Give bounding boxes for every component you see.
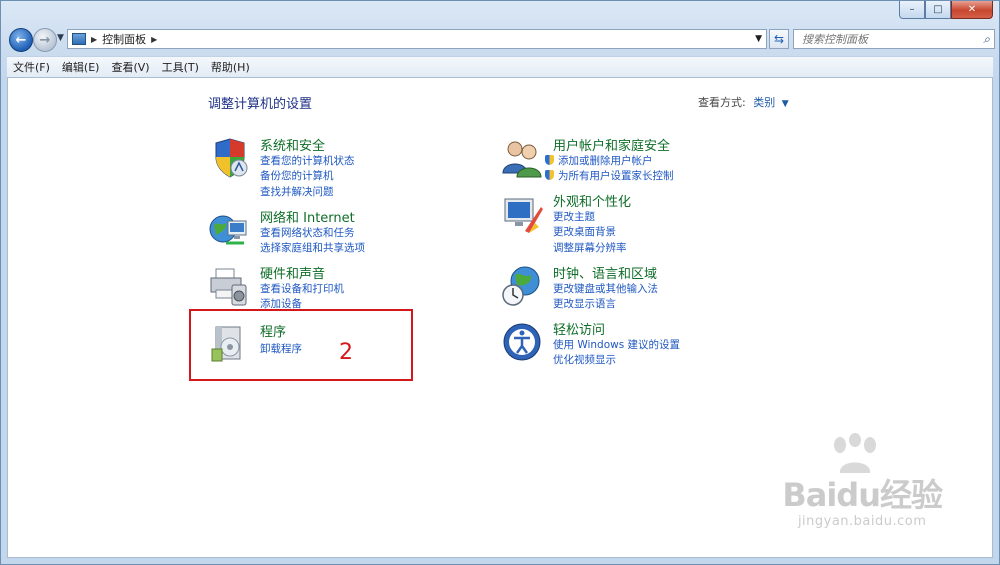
search-input[interactable] bbox=[800, 31, 974, 47]
close-button[interactable]: ✕ bbox=[951, 1, 993, 19]
ease-of-access-icon[interactable] bbox=[501, 321, 543, 363]
link-change-display-language[interactable]: 更改显示语言 bbox=[553, 296, 616, 311]
link-change-input-method[interactable]: 更改键盘或其他输入法 bbox=[553, 281, 658, 296]
link-change-desktop-background[interactable]: 更改桌面背景 bbox=[553, 224, 616, 239]
address-history-dropdown[interactable]: ▼ bbox=[755, 34, 762, 44]
category-system-security: 系统和安全 查看您的计算机状态 备份您的计算机 查找并解决问题 bbox=[208, 135, 448, 198]
category-network-internet: 网络和 Internet 查看网络状态和任务 选择家庭组和共享选项 bbox=[208, 207, 448, 257]
menu-view[interactable]: 查看(V) bbox=[105, 59, 155, 75]
control-panel-icon bbox=[72, 33, 86, 45]
control-panel-window: – □ ✕ ← → ▼ ▶ 控制面板 ▶ ▼ ⇆ ⌕ 文件(F) 编辑(E) 查… bbox=[0, 0, 1000, 565]
search-icon[interactable]: ⌕ bbox=[983, 32, 990, 47]
watermark-url: jingyan.baidu.com bbox=[797, 514, 927, 529]
arrow-right-icon: → bbox=[39, 32, 51, 48]
appearance-monitor-icon[interactable] bbox=[501, 193, 543, 235]
link-adjust-resolution[interactable]: 调整屏幕分辨率 bbox=[553, 240, 627, 255]
menu-tools[interactable]: 工具(T) bbox=[156, 59, 205, 75]
link-text: 添加或删除用户帐户 bbox=[558, 155, 653, 167]
category-title[interactable]: 外观和个性化 bbox=[553, 191, 631, 210]
menu-edit[interactable]: 编辑(E) bbox=[56, 59, 106, 75]
menu-bar: 文件(F) 编辑(E) 查看(V) 工具(T) 帮助(H) bbox=[7, 56, 993, 78]
link-devices-printers[interactable]: 查看设备和打印机 bbox=[260, 281, 344, 296]
category-title[interactable]: 用户帐户和家庭安全 bbox=[553, 135, 670, 154]
view-by-dropdown[interactable]: 类别 bbox=[753, 96, 775, 109]
category-title[interactable]: 轻松访问 bbox=[553, 319, 605, 338]
link-change-theme[interactable]: 更改主题 bbox=[553, 209, 595, 224]
category-title[interactable]: 系统和安全 bbox=[260, 135, 325, 154]
address-bar[interactable]: ▶ 控制面板 ▶ ▼ bbox=[67, 29, 767, 49]
link-windows-recommended-settings[interactable]: 使用 Windows 建议的设置 bbox=[553, 337, 680, 352]
arrow-left-icon: ← bbox=[15, 32, 27, 48]
category-hardware-sound: 硬件和声音 查看设备和打印机 添加设备 bbox=[208, 263, 448, 313]
window-controls: – □ ✕ bbox=[899, 1, 993, 19]
maximize-button[interactable]: □ bbox=[925, 1, 951, 19]
forward-button[interactable]: → bbox=[33, 28, 57, 52]
category-title[interactable]: 网络和 Internet bbox=[260, 207, 355, 226]
link-homegroup-sharing[interactable]: 选择家庭组和共享选项 bbox=[260, 240, 365, 255]
link-network-status[interactable]: 查看网络状态和任务 bbox=[260, 225, 355, 240]
annotation-highlight-box bbox=[189, 309, 413, 381]
link-add-remove-accounts[interactable]: 添加或删除用户帐户 bbox=[545, 153, 653, 168]
content-pane: 调整计算机的设置 查看方式: 类别 ▼ 系统和安全 查看您的计算机状态 备份您的… bbox=[7, 77, 993, 558]
category-user-accounts: 用户帐户和家庭安全 添加或删除用户帐户 为所有用户设置家长控制 bbox=[501, 135, 761, 185]
category-title[interactable]: 时钟、语言和区域 bbox=[553, 263, 657, 282]
recent-pages-dropdown[interactable]: ▼ bbox=[57, 33, 64, 43]
menu-help[interactable]: 帮助(H) bbox=[205, 59, 256, 75]
refresh-icon: ⇆ bbox=[773, 32, 785, 46]
view-by: 查看方式: 类别 ▼ bbox=[698, 94, 789, 110]
uac-shield-icon bbox=[545, 170, 554, 180]
navigation-bar: ← → ▼ ▶ 控制面板 ▶ ▼ ⇆ ⌕ bbox=[7, 27, 995, 53]
category-ease-of-access: 轻松访问 使用 Windows 建议的设置 优化视频显示 bbox=[501, 319, 741, 369]
link-parental-controls[interactable]: 为所有用户设置家长控制 bbox=[545, 168, 674, 183]
link-text: 为所有用户设置家长控制 bbox=[558, 170, 674, 182]
minimize-button[interactable]: – bbox=[899, 1, 925, 19]
menu-file[interactable]: 文件(F) bbox=[7, 59, 56, 75]
refresh-button[interactable]: ⇆ bbox=[769, 29, 789, 49]
annotation-step-number: 2 bbox=[339, 340, 353, 365]
category-clock-language-region: 时钟、语言和区域 更改键盘或其他输入法 更改显示语言 bbox=[501, 263, 741, 313]
watermark-main-text: Baidu经验 bbox=[782, 476, 943, 514]
breadcrumb-separator-icon[interactable]: ▶ bbox=[91, 35, 97, 44]
chevron-down-icon[interactable]: ▼ bbox=[782, 99, 789, 109]
printer-icon[interactable] bbox=[208, 265, 250, 307]
baidu-watermark: Baidu经验 jingyan.baidu.com bbox=[782, 470, 943, 529]
back-button[interactable]: ← bbox=[9, 28, 33, 52]
link-troubleshoot[interactable]: 查找并解决问题 bbox=[260, 184, 334, 199]
uac-shield-icon bbox=[545, 155, 554, 165]
users-icon[interactable] bbox=[501, 137, 543, 179]
link-optimize-visual-display[interactable]: 优化视频显示 bbox=[553, 352, 616, 367]
link-backup-computer[interactable]: 备份您的计算机 bbox=[260, 168, 334, 183]
breadcrumb-control-panel[interactable]: 控制面板 bbox=[102, 31, 146, 47]
breadcrumb-separator-icon[interactable]: ▶ bbox=[151, 35, 157, 44]
search-box[interactable]: ⌕ bbox=[793, 29, 995, 49]
page-title: 调整计算机的设置 bbox=[208, 97, 313, 112]
network-globe-icon[interactable] bbox=[208, 209, 250, 251]
security-shield-icon[interactable] bbox=[208, 137, 250, 179]
category-appearance: 外观和个性化 更改主题 更改桌面背景 调整屏幕分辨率 bbox=[501, 191, 741, 254]
globe-clock-icon[interactable] bbox=[501, 265, 543, 307]
view-by-label: 查看方式: bbox=[698, 96, 746, 109]
link-view-computer-status[interactable]: 查看您的计算机状态 bbox=[260, 153, 355, 168]
category-title[interactable]: 硬件和声音 bbox=[260, 263, 325, 282]
